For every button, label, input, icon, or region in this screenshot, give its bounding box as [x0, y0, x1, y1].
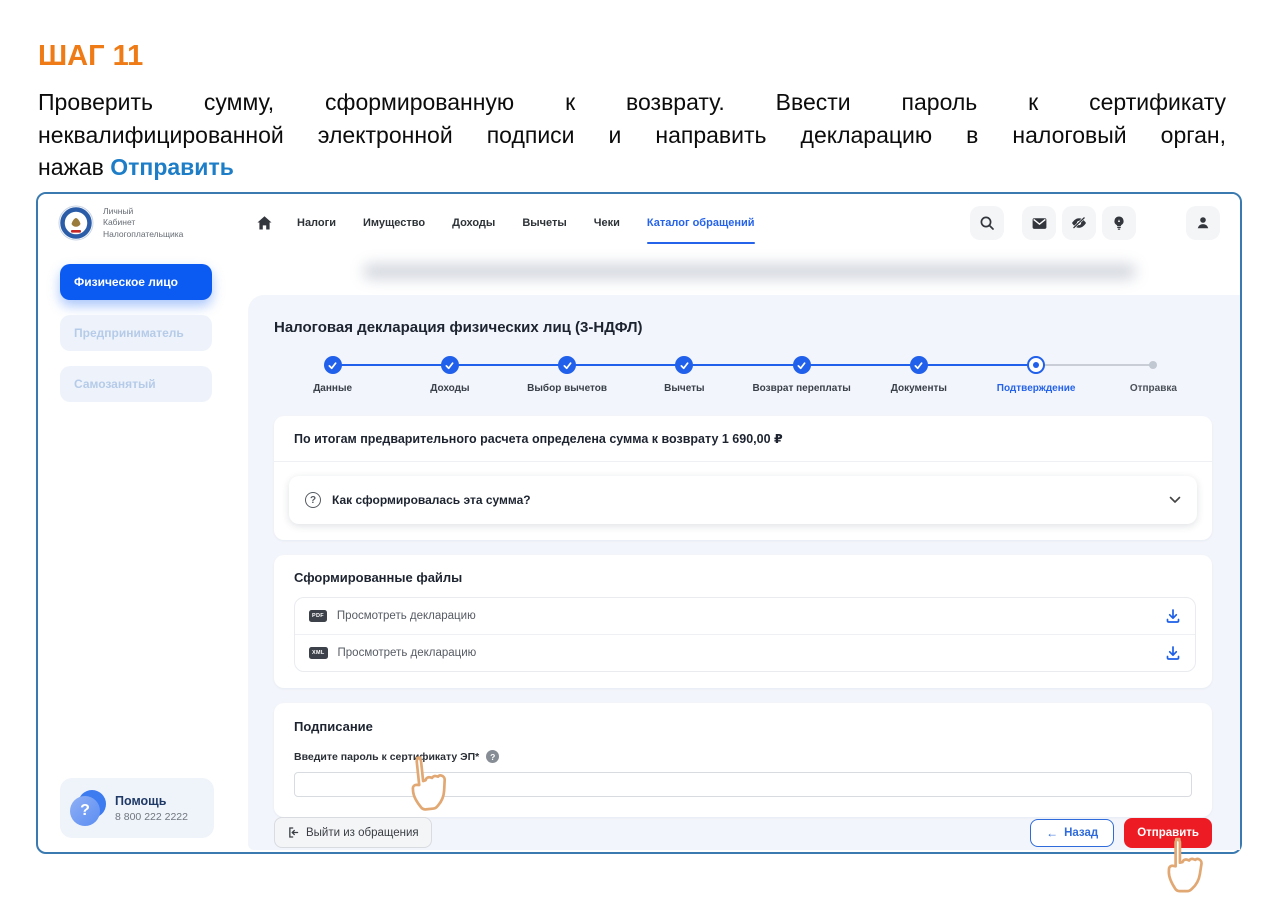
download-xml-button[interactable]	[1165, 645, 1181, 661]
instruction-block: ШАГ 11 Проверить сумму, сформированную к…	[38, 40, 1226, 184]
step-deduction-choice[interactable]: Выбор вычетов	[509, 356, 626, 394]
check-icon	[444, 360, 455, 371]
brand: Личный Кабинет Налогоплательщика	[58, 205, 248, 241]
step-heading: ШАГ 11	[38, 40, 1226, 73]
files-title: Сформированные файлы	[294, 570, 1196, 585]
step-documents[interactable]: Документы	[860, 356, 977, 394]
back-button[interactable]: ← Назад	[1030, 819, 1114, 847]
submit-button[interactable]: Отправить	[1124, 818, 1212, 848]
search-icon	[979, 215, 995, 231]
step-confirmation[interactable]: Подтверждение	[978, 356, 1095, 394]
question-icon: ?	[305, 492, 321, 508]
eye-off-icon	[1070, 214, 1088, 232]
check-icon	[913, 360, 924, 371]
step-deductions[interactable]: Вычеты	[626, 356, 743, 394]
instruction-line-1: Проверить сумму, сформированную к возвра…	[38, 86, 1226, 119]
exit-icon	[287, 826, 300, 839]
help-tooltip-icon[interactable]: ?	[486, 750, 499, 763]
step-sending[interactable]: Отправка	[1095, 356, 1212, 394]
help-card[interactable]: ? Помощь 8 800 222 2222	[60, 778, 214, 838]
nav-item-taxes[interactable]: Налоги	[297, 217, 336, 229]
refund-summary-text: По итогам предварительного расчета опред…	[274, 416, 1212, 462]
files-list: PDF Просмотреть декларацию	[294, 597, 1196, 672]
signing-card: Подписание Введите пароль к сертификату …	[274, 703, 1212, 817]
refund-summary-card: По итогам предварительного расчета опред…	[274, 416, 1212, 540]
scroll-shadow	[363, 264, 1136, 279]
download-icon	[1165, 608, 1181, 624]
xml-badge: XML	[309, 647, 328, 659]
signing-title: Подписание	[294, 719, 1192, 734]
main-area: Налоговая декларация физических лиц (3-Н…	[235, 252, 1240, 852]
nav-item-income[interactable]: Доходы	[452, 217, 495, 229]
nav-item-requests-catalog[interactable]: Каталог обращений	[647, 217, 755, 229]
lightbulb-icon	[1111, 215, 1127, 231]
arrow-left-icon: ←	[1046, 827, 1058, 839]
declaration-panel: Налоговая декларация физических лиц (3-Н…	[248, 295, 1240, 850]
check-icon	[327, 360, 338, 371]
home-button[interactable]	[256, 215, 273, 232]
sidebar-item-individual[interactable]: Физическое лицо	[60, 264, 212, 300]
certificate-password-input[interactable]	[294, 772, 1192, 797]
search-button[interactable]	[970, 206, 1004, 240]
profile-button[interactable]	[1186, 206, 1220, 240]
step-overpayment-return[interactable]: Возврат переплаты	[743, 356, 860, 394]
check-icon	[562, 360, 573, 371]
stepper: Данные Доходы Выбор вычетов	[274, 356, 1212, 394]
submit-keyword: Отправить	[110, 154, 234, 180]
header-icons	[970, 206, 1220, 240]
portal-header: Личный Кабинет Налогоплательщика Налоги …	[38, 194, 1240, 252]
expander-label: Как сформировалась эта сумма?	[332, 493, 531, 507]
messages-button[interactable]	[1022, 206, 1056, 240]
nav-item-receipts[interactable]: Чеки	[594, 217, 620, 229]
page: { "intro": { "step_label": "ШАГ 11", "li…	[0, 0, 1280, 905]
pdf-badge: PDF	[309, 610, 327, 622]
instruction-line-2: неквалифицированной электронной подписи …	[38, 119, 1226, 152]
chevron-down-icon	[1169, 496, 1181, 504]
nav-item-deductions[interactable]: Вычеты	[522, 217, 566, 229]
generated-files-card: Сформированные файлы PDF Просмотреть дек…	[274, 555, 1212, 688]
question-icon: ?	[70, 790, 106, 826]
step-income[interactable]: Доходы	[391, 356, 508, 394]
page-title: Налоговая декларация физических лиц (3-Н…	[274, 319, 1212, 336]
file-row-pdf[interactable]: PDF Просмотреть декларацию	[295, 598, 1195, 634]
visibility-button[interactable]	[1062, 206, 1096, 240]
download-pdf-button[interactable]	[1165, 608, 1181, 624]
home-icon	[256, 215, 273, 232]
instruction-line-3: нажав Отправить	[38, 151, 1226, 184]
main-nav: Налоги Имущество Доходы Вычеты Чеки Ката…	[297, 217, 755, 229]
portal-body: Физическое лицо Предприниматель Самозаня…	[38, 252, 1240, 852]
certificate-password-label: Введите пароль к сертификату ЭП*	[294, 751, 479, 763]
actions-bar: Выйти из обращения ← Назад Отправить	[274, 817, 1212, 848]
help-phone: 8 800 222 2222	[115, 811, 188, 823]
fns-logo-icon	[58, 205, 94, 241]
sidebar: Физическое лицо Предприниматель Самозаня…	[38, 252, 235, 852]
check-icon	[679, 360, 690, 371]
check-icon	[796, 360, 807, 371]
download-icon	[1165, 645, 1181, 661]
user-icon	[1195, 215, 1211, 231]
portal-window: Личный Кабинет Налогоплательщика Налоги …	[36, 192, 1242, 854]
sidebar-item-self-employed[interactable]: Самозанятый	[60, 366, 212, 402]
step-data[interactable]: Данные	[274, 356, 391, 394]
file-row-xml[interactable]: XML Просмотреть декларацию	[295, 634, 1195, 671]
brand-title: Личный Кабинет Налогоплательщика	[103, 206, 183, 240]
mail-icon	[1031, 215, 1048, 232]
exit-request-button[interactable]: Выйти из обращения	[274, 817, 432, 848]
sidebar-item-entrepreneur[interactable]: Предприниматель	[60, 315, 212, 351]
tips-button[interactable]	[1102, 206, 1136, 240]
sum-explanation-expander[interactable]: ? Как сформировалась эта сумма?	[289, 476, 1197, 524]
help-title: Помощь	[115, 794, 188, 808]
nav-item-property[interactable]: Имущество	[363, 217, 425, 229]
